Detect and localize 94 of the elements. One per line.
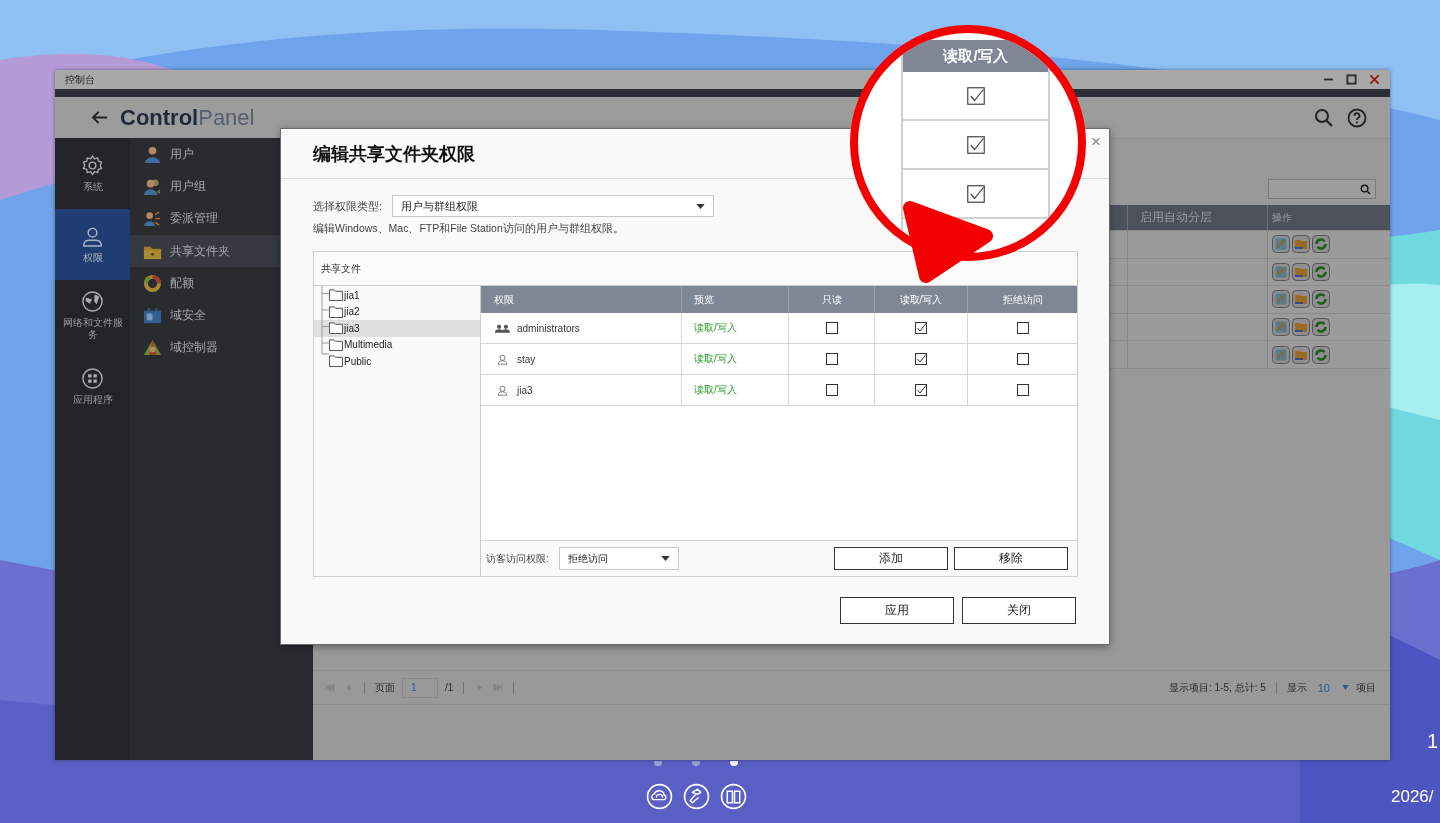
- type-dropdown[interactable]: 用户与群组权限: [392, 195, 715, 217]
- checkbox[interactable]: [825, 322, 838, 334]
- preview-text: 读取/写入: [694, 383, 737, 397]
- type-label: 选择权限类型:: [313, 198, 383, 214]
- folder-icon: [329, 289, 343, 302]
- column-header: 操作: [1267, 205, 1390, 230]
- preview-text: 读取/写入: [694, 352, 737, 366]
- folder-icon: [329, 305, 343, 318]
- checkbox[interactable]: [1016, 353, 1029, 365]
- items-summary: 显示项目: 1-5, 总计: 5: [1169, 680, 1266, 695]
- nav-item[interactable]: 应用程序: [55, 351, 130, 422]
- column-header: 权限: [493, 292, 515, 307]
- folder-user-icon[interactable]: [1292, 345, 1310, 364]
- nav-item[interactable]: 系统: [55, 138, 130, 209]
- show-label: 显示: [1286, 680, 1307, 695]
- clock-time: 1: [1427, 730, 1439, 752]
- folder-icon: [329, 355, 343, 368]
- folder-user-icon[interactable]: [1292, 262, 1310, 281]
- principal-name: stay: [517, 353, 536, 365]
- ring-chart-icon: [143, 273, 162, 293]
- user-icon: [143, 144, 162, 164]
- refresh-icon[interactable]: [1312, 345, 1330, 364]
- users-icon: [494, 322, 511, 334]
- window-title: 控制台: [65, 72, 95, 87]
- edit-icon[interactable]: [1272, 235, 1290, 254]
- folder-icon: [329, 322, 343, 335]
- close-icon[interactable]: [1369, 74, 1380, 85]
- help-icon[interactable]: [1347, 107, 1367, 128]
- edit-icon[interactable]: [1272, 262, 1290, 281]
- refresh-icon[interactable]: [1312, 235, 1330, 254]
- principal-name: administrators: [517, 322, 580, 334]
- refresh-icon[interactable]: [1312, 318, 1330, 337]
- guest-access-label: 访客访问权限:: [486, 551, 549, 566]
- user-share-icon: [143, 209, 162, 229]
- description-text: 编辑Windows、Mac、FTP和File Station访问的用户与群组权限。: [313, 222, 625, 236]
- nav-item[interactable]: 权限: [55, 209, 130, 280]
- items-label: 项目: [1356, 680, 1376, 695]
- list-action-button[interactable]: 移除: [954, 547, 1068, 570]
- column-header: 读取/写入: [874, 286, 967, 313]
- edit-icon[interactable]: [1272, 290, 1290, 309]
- folder-user-icon[interactable]: [1292, 318, 1310, 337]
- checkbox[interactable]: [915, 353, 927, 365]
- refresh-icon[interactable]: [1312, 262, 1330, 281]
- nav-item[interactable]: 网络和文件服务: [55, 280, 130, 351]
- panel-title: 共享文件: [314, 252, 1077, 286]
- principal-name: jia3: [517, 384, 533, 396]
- column-header: 拒绝访问: [967, 286, 1077, 313]
- column-header: 只读: [788, 286, 874, 313]
- clock-date: 2026/: [1391, 787, 1434, 807]
- back-arrow-icon[interactable]: [91, 110, 108, 125]
- checkbox[interactable]: [1016, 384, 1029, 396]
- checkbox[interactable]: [915, 322, 927, 334]
- gear-icon: [81, 154, 104, 177]
- column-header: 预览: [681, 286, 788, 313]
- dialog-button[interactable]: 关闭: [962, 597, 1076, 624]
- refresh-icon[interactable]: [1312, 290, 1330, 309]
- caret-icon: [1342, 685, 1349, 690]
- page-label: 页面: [375, 680, 395, 695]
- search-icon[interactable]: [1314, 107, 1334, 128]
- checkbox[interactable]: [915, 384, 927, 396]
- edit-icon[interactable]: [1272, 318, 1290, 337]
- checkbox[interactable]: [825, 353, 838, 365]
- folder-tree-item[interactable]: jia1: [314, 287, 480, 304]
- search-icon: [1360, 183, 1371, 195]
- users-icon: [143, 176, 162, 196]
- pyramid-icon: [143, 338, 162, 358]
- checkbox[interactable]: [825, 384, 838, 396]
- folder-tree-item[interactable]: jia3: [314, 320, 480, 337]
- folder-tree-item[interactable]: jia2: [314, 303, 480, 320]
- cloud-icon[interactable]: [646, 783, 673, 810]
- caret-icon: [696, 203, 706, 209]
- book-icon[interactable]: [720, 783, 747, 810]
- globe-icon: [81, 290, 104, 313]
- edit-icon[interactable]: [1272, 345, 1290, 364]
- column-header: 读取/写入: [903, 40, 1048, 72]
- folder-tree-item[interactable]: Public: [314, 353, 480, 370]
- list-action-button[interactable]: 添加: [834, 547, 948, 570]
- folder-tree-item[interactable]: Multimedia: [314, 336, 480, 353]
- checkbox[interactable]: [1016, 322, 1029, 334]
- folder-user-icon[interactable]: [1292, 235, 1310, 254]
- close-button[interactable]: ×: [1091, 133, 1101, 151]
- hammer-icon[interactable]: [683, 783, 710, 810]
- user-icon: [81, 225, 104, 248]
- search-field[interactable]: [1268, 179, 1376, 199]
- grid-icon: [81, 367, 104, 390]
- preview-text: 读取/写入: [694, 321, 737, 335]
- app-title: ControlPanel: [120, 104, 255, 131]
- guest-access-dropdown[interactable]: 拒绝访问: [558, 547, 679, 570]
- column-header: 启用自动分层: [1127, 205, 1267, 230]
- folder-user-icon[interactable]: [1292, 290, 1310, 309]
- page-total: /1: [445, 682, 454, 693]
- dialog-title: 编辑共享文件夹权限: [313, 142, 475, 166]
- maximize-icon[interactable]: [1346, 74, 1357, 85]
- dialog-button[interactable]: 应用: [840, 597, 954, 624]
